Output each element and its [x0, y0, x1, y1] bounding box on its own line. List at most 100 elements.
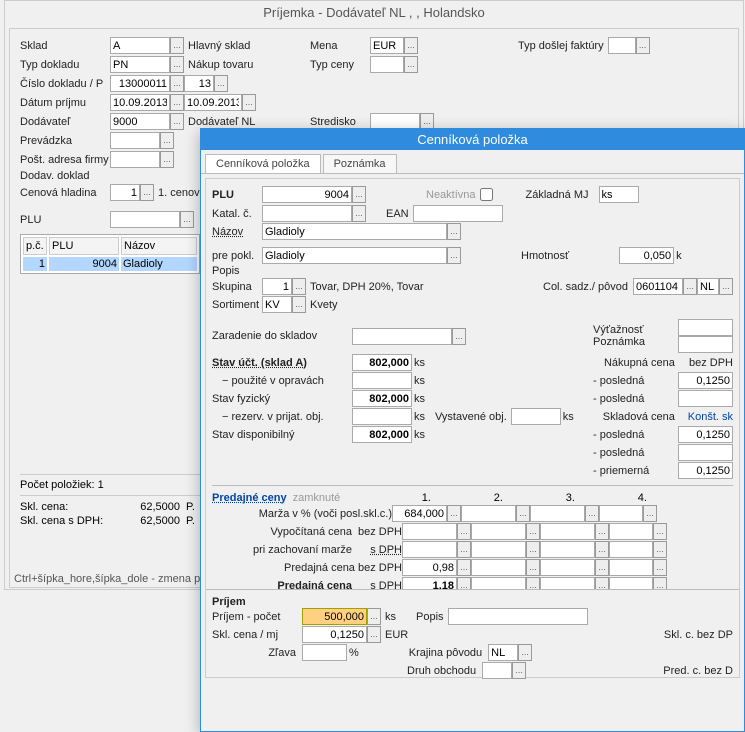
dodav-lookup[interactable]: ...	[170, 113, 184, 130]
kraj-input[interactable]	[488, 644, 518, 661]
vypo-3[interactable]	[540, 523, 595, 540]
marza-4-btn[interactable]: ...	[643, 505, 657, 522]
plu2-input[interactable]	[262, 186, 352, 203]
prizach-4[interactable]	[609, 541, 653, 558]
marza-1[interactable]	[392, 505, 447, 522]
pozn-input[interactable]	[678, 336, 733, 353]
vypo-2-btn[interactable]: ...	[526, 523, 540, 540]
th-nazov[interactable]: Názov	[121, 237, 197, 255]
typdok-input[interactable]	[110, 56, 170, 73]
dodav-input[interactable]	[110, 113, 170, 130]
druh-lookup[interactable]: ...	[512, 662, 526, 679]
th-plu[interactable]: PLU	[49, 237, 119, 255]
cenh-input[interactable]	[110, 184, 140, 201]
pcbez-3-btn[interactable]: ...	[595, 559, 609, 576]
pcbez-4[interactable]	[609, 559, 653, 576]
vypo-1-btn[interactable]: ...	[457, 523, 471, 540]
col-lookup[interactable]: ...	[683, 278, 697, 295]
zarad-input[interactable]	[352, 328, 452, 345]
katal-input[interactable]	[262, 205, 352, 222]
prizach-4-btn[interactable]: ...	[653, 541, 667, 558]
vypo-2[interactable]	[471, 523, 526, 540]
typfak-input[interactable]	[608, 37, 636, 54]
prizach-2[interactable]	[471, 541, 526, 558]
datum2-lookup[interactable]: ...	[242, 94, 256, 111]
mena-lookup[interactable]: ...	[404, 37, 418, 54]
sklcmj-input[interactable]	[302, 626, 367, 643]
cenh-lookup[interactable]: ...	[140, 184, 154, 201]
marza-4[interactable]	[599, 505, 643, 522]
popis2-input[interactable]	[448, 608, 588, 625]
vypo-4-btn[interactable]: ...	[653, 523, 667, 540]
stavpo-input[interactable]	[352, 372, 412, 389]
typceny-input[interactable]	[370, 56, 404, 73]
posl1-input[interactable]	[678, 372, 733, 389]
prizach-3[interactable]	[540, 541, 595, 558]
col-country-lookup[interactable]: ...	[719, 278, 733, 295]
sort-input[interactable]	[262, 296, 292, 313]
prpoc-input[interactable]	[302, 608, 367, 625]
plu-input[interactable]	[110, 211, 180, 228]
stavu-input[interactable]	[352, 354, 412, 371]
col-input[interactable]	[633, 278, 683, 295]
th-pc[interactable]: p.č.	[23, 237, 47, 255]
druh-input[interactable]	[482, 662, 512, 679]
vypo-4[interactable]	[609, 523, 653, 540]
post-input[interactable]	[110, 151, 160, 168]
prizach-1-btn[interactable]: ...	[457, 541, 471, 558]
pcbez-2-btn[interactable]: ...	[526, 559, 540, 576]
tab-note[interactable]: Poznámka	[323, 154, 397, 173]
tab-pricelist[interactable]: Cenníková položka	[205, 154, 321, 173]
pcbez-2[interactable]	[471, 559, 526, 576]
hmot-input[interactable]	[619, 247, 674, 264]
datum-input[interactable]	[110, 94, 170, 111]
posl2-input[interactable]	[678, 390, 733, 407]
cislo-lookup[interactable]: ...	[170, 75, 184, 92]
skup-lookup[interactable]: ...	[292, 278, 306, 295]
sort-lookup[interactable]: ...	[292, 296, 306, 313]
nazov-lookup[interactable]: ...	[447, 223, 461, 240]
neakt-checkbox[interactable]	[480, 188, 493, 201]
plu2-lookup[interactable]: ...	[352, 186, 366, 203]
priem-input[interactable]	[678, 462, 733, 479]
table-row[interactable]: 1 9004 Gladioly	[23, 257, 197, 271]
skup-input[interactable]	[262, 278, 292, 295]
pcbez-1-btn[interactable]: ...	[457, 559, 471, 576]
cislo-p-lookup[interactable]: ...	[214, 75, 228, 92]
sklad-lookup[interactable]: ...	[170, 37, 184, 54]
marza-2-btn[interactable]: ...	[516, 505, 530, 522]
kraj-lookup[interactable]: ...	[518, 644, 532, 661]
vystav-input[interactable]	[511, 408, 561, 425]
posl4-input[interactable]	[678, 444, 733, 461]
zlava-input[interactable]	[302, 644, 347, 661]
marza-3-btn[interactable]: ...	[585, 505, 599, 522]
prpoc-lookup[interactable]: ...	[367, 608, 381, 625]
zmj-input[interactable]	[599, 186, 639, 203]
ean-input[interactable]	[413, 205, 503, 222]
cislo-input[interactable]	[110, 75, 170, 92]
posl3-input[interactable]	[678, 426, 733, 443]
mena-input[interactable]	[370, 37, 404, 54]
marza-1-btn[interactable]: ...	[447, 505, 461, 522]
pcbez-4-btn[interactable]: ...	[653, 559, 667, 576]
post-lookup[interactable]: ...	[160, 151, 174, 168]
prev-lookup[interactable]: ...	[160, 132, 174, 149]
prepokl-input[interactable]	[262, 247, 447, 264]
vypo-3-btn[interactable]: ...	[595, 523, 609, 540]
typdok-lookup[interactable]: ...	[170, 56, 184, 73]
typceny-lookup[interactable]: ...	[404, 56, 418, 73]
cislo-p-input[interactable]	[184, 75, 214, 92]
rezerv-input[interactable]	[352, 408, 412, 425]
datum2-input[interactable]	[184, 94, 242, 111]
stavf-input[interactable]	[352, 390, 412, 407]
nazov-input[interactable]	[262, 223, 447, 240]
vypo-1[interactable]	[402, 523, 457, 540]
pcbez-3[interactable]	[540, 559, 595, 576]
sklcmj-lookup[interactable]: ...	[367, 626, 381, 643]
zarad-lookup[interactable]: ...	[452, 328, 466, 345]
prepokl-lookup[interactable]: ...	[447, 247, 461, 264]
konst-label[interactable]: Konšt. sk	[688, 411, 733, 423]
pcbez-1[interactable]	[402, 559, 457, 576]
prizach-1[interactable]	[402, 541, 457, 558]
sklad-input[interactable]	[110, 37, 170, 54]
